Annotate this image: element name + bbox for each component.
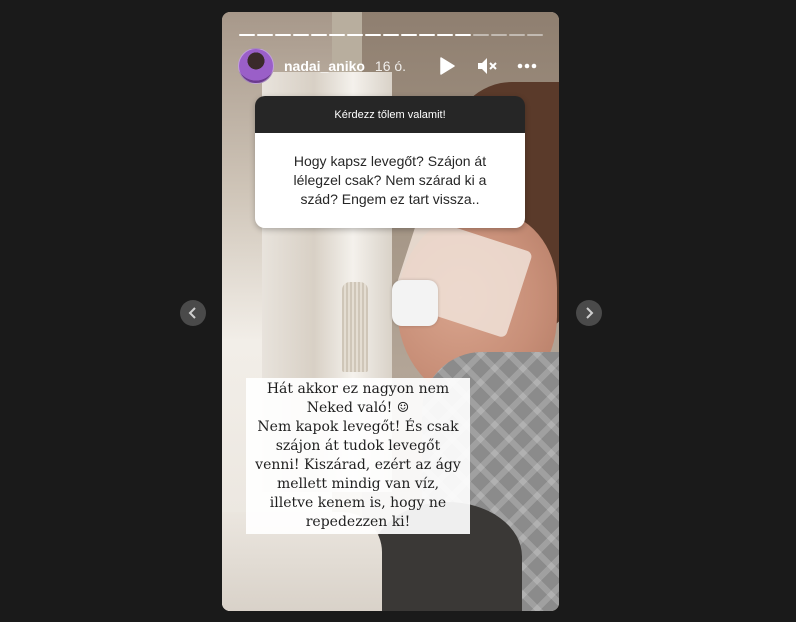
- mute-icon: [478, 58, 497, 74]
- progress-segment: [401, 34, 417, 36]
- progress-segment: [329, 34, 345, 36]
- progress-segment: [509, 34, 525, 36]
- photo-nose-pad: [392, 280, 438, 326]
- more-icon: [517, 63, 537, 69]
- post-time: 16 ó.: [374, 58, 407, 74]
- progress-segment: [347, 34, 363, 36]
- chevron-right-icon: [586, 307, 594, 319]
- question-sticker-text: Hogy kapsz levegőt? Szájon át lélegzel c…: [255, 133, 525, 228]
- mute-button[interactable]: [477, 56, 497, 76]
- progress-segment: [419, 34, 435, 36]
- story-frame[interactable]: nadai_aniko 16 ó. Kérdezz tőlem valamit!…: [222, 12, 559, 611]
- story-viewer: nadai_aniko 16 ó. Kérdezz tőlem valamit!…: [0, 0, 796, 622]
- more-options-button[interactable]: [517, 56, 537, 76]
- progress-segment: [473, 34, 489, 36]
- story-controls: [437, 56, 543, 76]
- previous-story-button[interactable]: [180, 300, 206, 326]
- progress-segment: [257, 34, 273, 36]
- next-story-button[interactable]: [576, 300, 602, 326]
- answer-text: Hát akkor ez nagyon nem Neked való! ☺ Ne…: [246, 378, 470, 534]
- progress-segment: [383, 34, 399, 36]
- chevron-left-icon: [188, 307, 196, 319]
- progress-segment: [239, 34, 255, 36]
- play-icon: [440, 57, 455, 75]
- progress-segment: [293, 34, 309, 36]
- username[interactable]: nadai_aniko: [284, 58, 365, 74]
- progress-segment: [437, 34, 453, 36]
- photo-tassel: [342, 282, 368, 372]
- play-button[interactable]: [437, 56, 457, 76]
- story-progress-bar: [239, 34, 543, 36]
- avatar[interactable]: [238, 48, 274, 84]
- progress-segment: [491, 34, 507, 36]
- progress-segment: [311, 34, 327, 36]
- progress-segment: [455, 34, 471, 36]
- story-header: nadai_aniko 16 ó.: [238, 48, 543, 84]
- progress-segment: [365, 34, 381, 36]
- question-sticker-header: Kérdezz tőlem valamit!: [255, 96, 525, 133]
- question-sticker: Kérdezz tőlem valamit! Hogy kapsz levegő…: [255, 96, 525, 228]
- progress-segment: [527, 34, 543, 36]
- progress-segment: [275, 34, 291, 36]
